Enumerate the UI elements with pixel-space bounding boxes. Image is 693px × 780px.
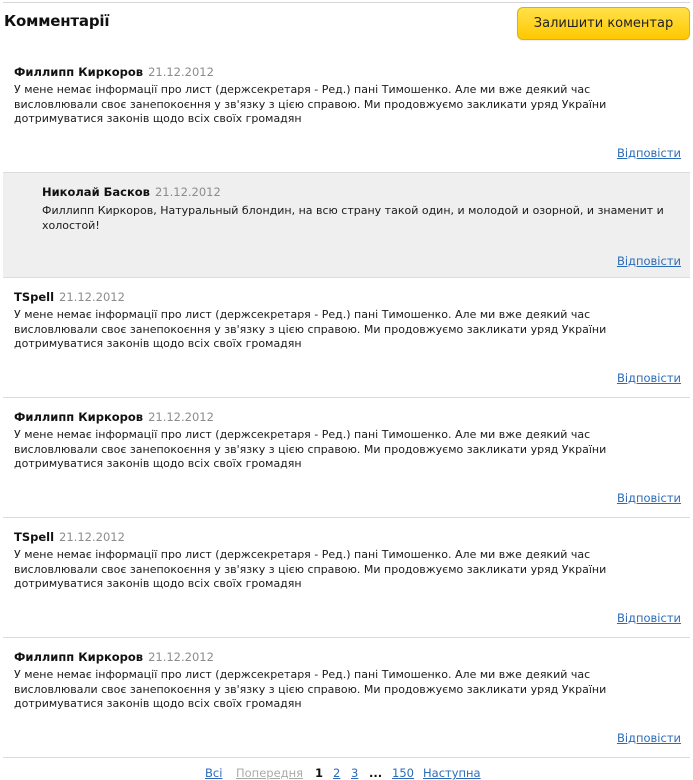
pagination-prev-link: Попередня — [236, 766, 304, 780]
comment-meta: Филлипп Киркоров 21.12.2012 — [14, 410, 214, 424]
pagination-page-2[interactable]: 2 — [333, 766, 340, 780]
leave-comment-button[interactable]: Залишити коментар — [517, 7, 690, 40]
pagination-next-link[interactable]: Наступна — [423, 766, 481, 780]
pagination-page-3[interactable]: 3 — [351, 766, 358, 780]
reply-link[interactable]: Відповісти — [617, 146, 681, 160]
page-title: Комментарії — [4, 12, 110, 30]
pagination: Всі Попередня 1 2 3 ... 150 Наступна — [0, 764, 693, 780]
comment-item: Филлипп Киркоров 21.12.2012 У мене немає … — [3, 398, 690, 518]
comment-author: TSpell — [14, 290, 55, 304]
reply-link[interactable]: Відповісти — [617, 731, 681, 745]
comment-text: У мене немає інформації про лист (держсе… — [14, 668, 607, 711]
comment-author: Филлипп Киркоров — [14, 650, 144, 664]
pagination-last-page[interactable]: 150 — [392, 766, 414, 780]
reply-link[interactable]: Відповісти — [617, 491, 681, 505]
comment-meta: Николай Басков 21.12.2012 — [42, 185, 221, 199]
comment-item: TSpell 21.12.2012 У мене немає інформації… — [3, 518, 690, 638]
comment-reply-item: Николай Басков 21.12.2012 Филлипп Киркоро… — [3, 173, 690, 278]
comment-text: У мене немає інформації про лист (держсе… — [14, 548, 607, 591]
comment-text: У мене немає інформації про лист (держсе… — [14, 428, 607, 471]
comment-text: Филлипп Киркоров, Натуральный блондин, н… — [42, 204, 664, 232]
comment-date: 21.12.2012 — [148, 410, 214, 424]
reply-link[interactable]: Відповісти — [617, 371, 681, 385]
comment-item: Филлипп Киркоров 21.12.2012 У мене немає … — [3, 53, 690, 173]
comments-header: Комментарії Залишити коментар — [0, 3, 693, 53]
comment-item: Филлипп Киркоров 21.12.2012 У мене немає … — [3, 638, 690, 758]
pagination-current-page: 1 — [315, 766, 324, 780]
pagination-all-link[interactable]: Всі — [205, 766, 222, 780]
comment-text: У мене немає інформації про лист (держсе… — [14, 83, 607, 126]
reply-link[interactable]: Відповісти — [617, 254, 681, 268]
comment-date: 21.12.2012 — [59, 290, 125, 304]
comment-text: У мене немає інформації про лист (держсе… — [14, 308, 607, 351]
pagination-ellipsis: ... — [369, 766, 383, 780]
reply-link[interactable]: Відповісти — [617, 611, 681, 625]
comment-date: 21.12.2012 — [148, 650, 214, 664]
comment-item: TSpell 21.12.2012 У мене немає інформації… — [3, 278, 690, 398]
comment-author: Филлипп Киркоров — [14, 410, 144, 424]
comment-meta: TSpell 21.12.2012 — [14, 290, 125, 304]
comment-date: 21.12.2012 — [148, 65, 214, 79]
comment-meta: TSpell 21.12.2012 — [14, 530, 125, 544]
comment-author: Николай Басков — [42, 185, 150, 199]
comment-date: 21.12.2012 — [154, 185, 221, 199]
comment-date: 21.12.2012 — [59, 530, 125, 544]
comment-meta: Филлипп Киркоров 21.12.2012 — [14, 650, 214, 664]
comment-author: Филлипп Киркоров — [14, 65, 144, 79]
comment-meta: Филлипп Киркоров 21.12.2012 — [14, 65, 214, 79]
comment-list: Филлипп Киркоров 21.12.2012 У мене немає … — [3, 53, 690, 758]
comment-author: TSpell — [14, 530, 55, 544]
